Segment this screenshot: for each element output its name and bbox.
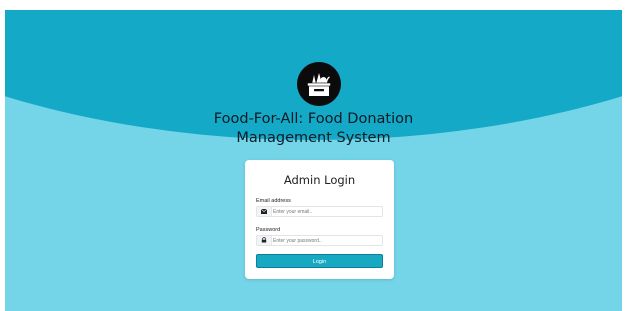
- page-title-line-1: Food-For-All: Food Donation: [213, 111, 414, 127]
- password-field[interactable]: [273, 236, 378, 245]
- page-title-line-2: Management System: [236, 130, 391, 146]
- email-field[interactable]: [273, 207, 378, 216]
- envelope-icon: [257, 207, 272, 216]
- food-donation-box-icon: [297, 62, 341, 106]
- password-input-group: [256, 235, 383, 246]
- page-title: Food-For-All: Food Donation Management S…: [5, 110, 622, 148]
- email-input-group: [256, 206, 383, 217]
- login-heading: Admin Login: [283, 173, 356, 187]
- page-background: Food-For-All: Food Donation Management S…: [5, 10, 622, 311]
- email-label: Email address: [256, 198, 291, 204]
- login-button[interactable]: Login: [256, 254, 383, 268]
- login-card: Admin Login Email address Password Login: [245, 160, 394, 279]
- password-label: Password: [256, 227, 281, 233]
- lock-icon: [257, 236, 272, 245]
